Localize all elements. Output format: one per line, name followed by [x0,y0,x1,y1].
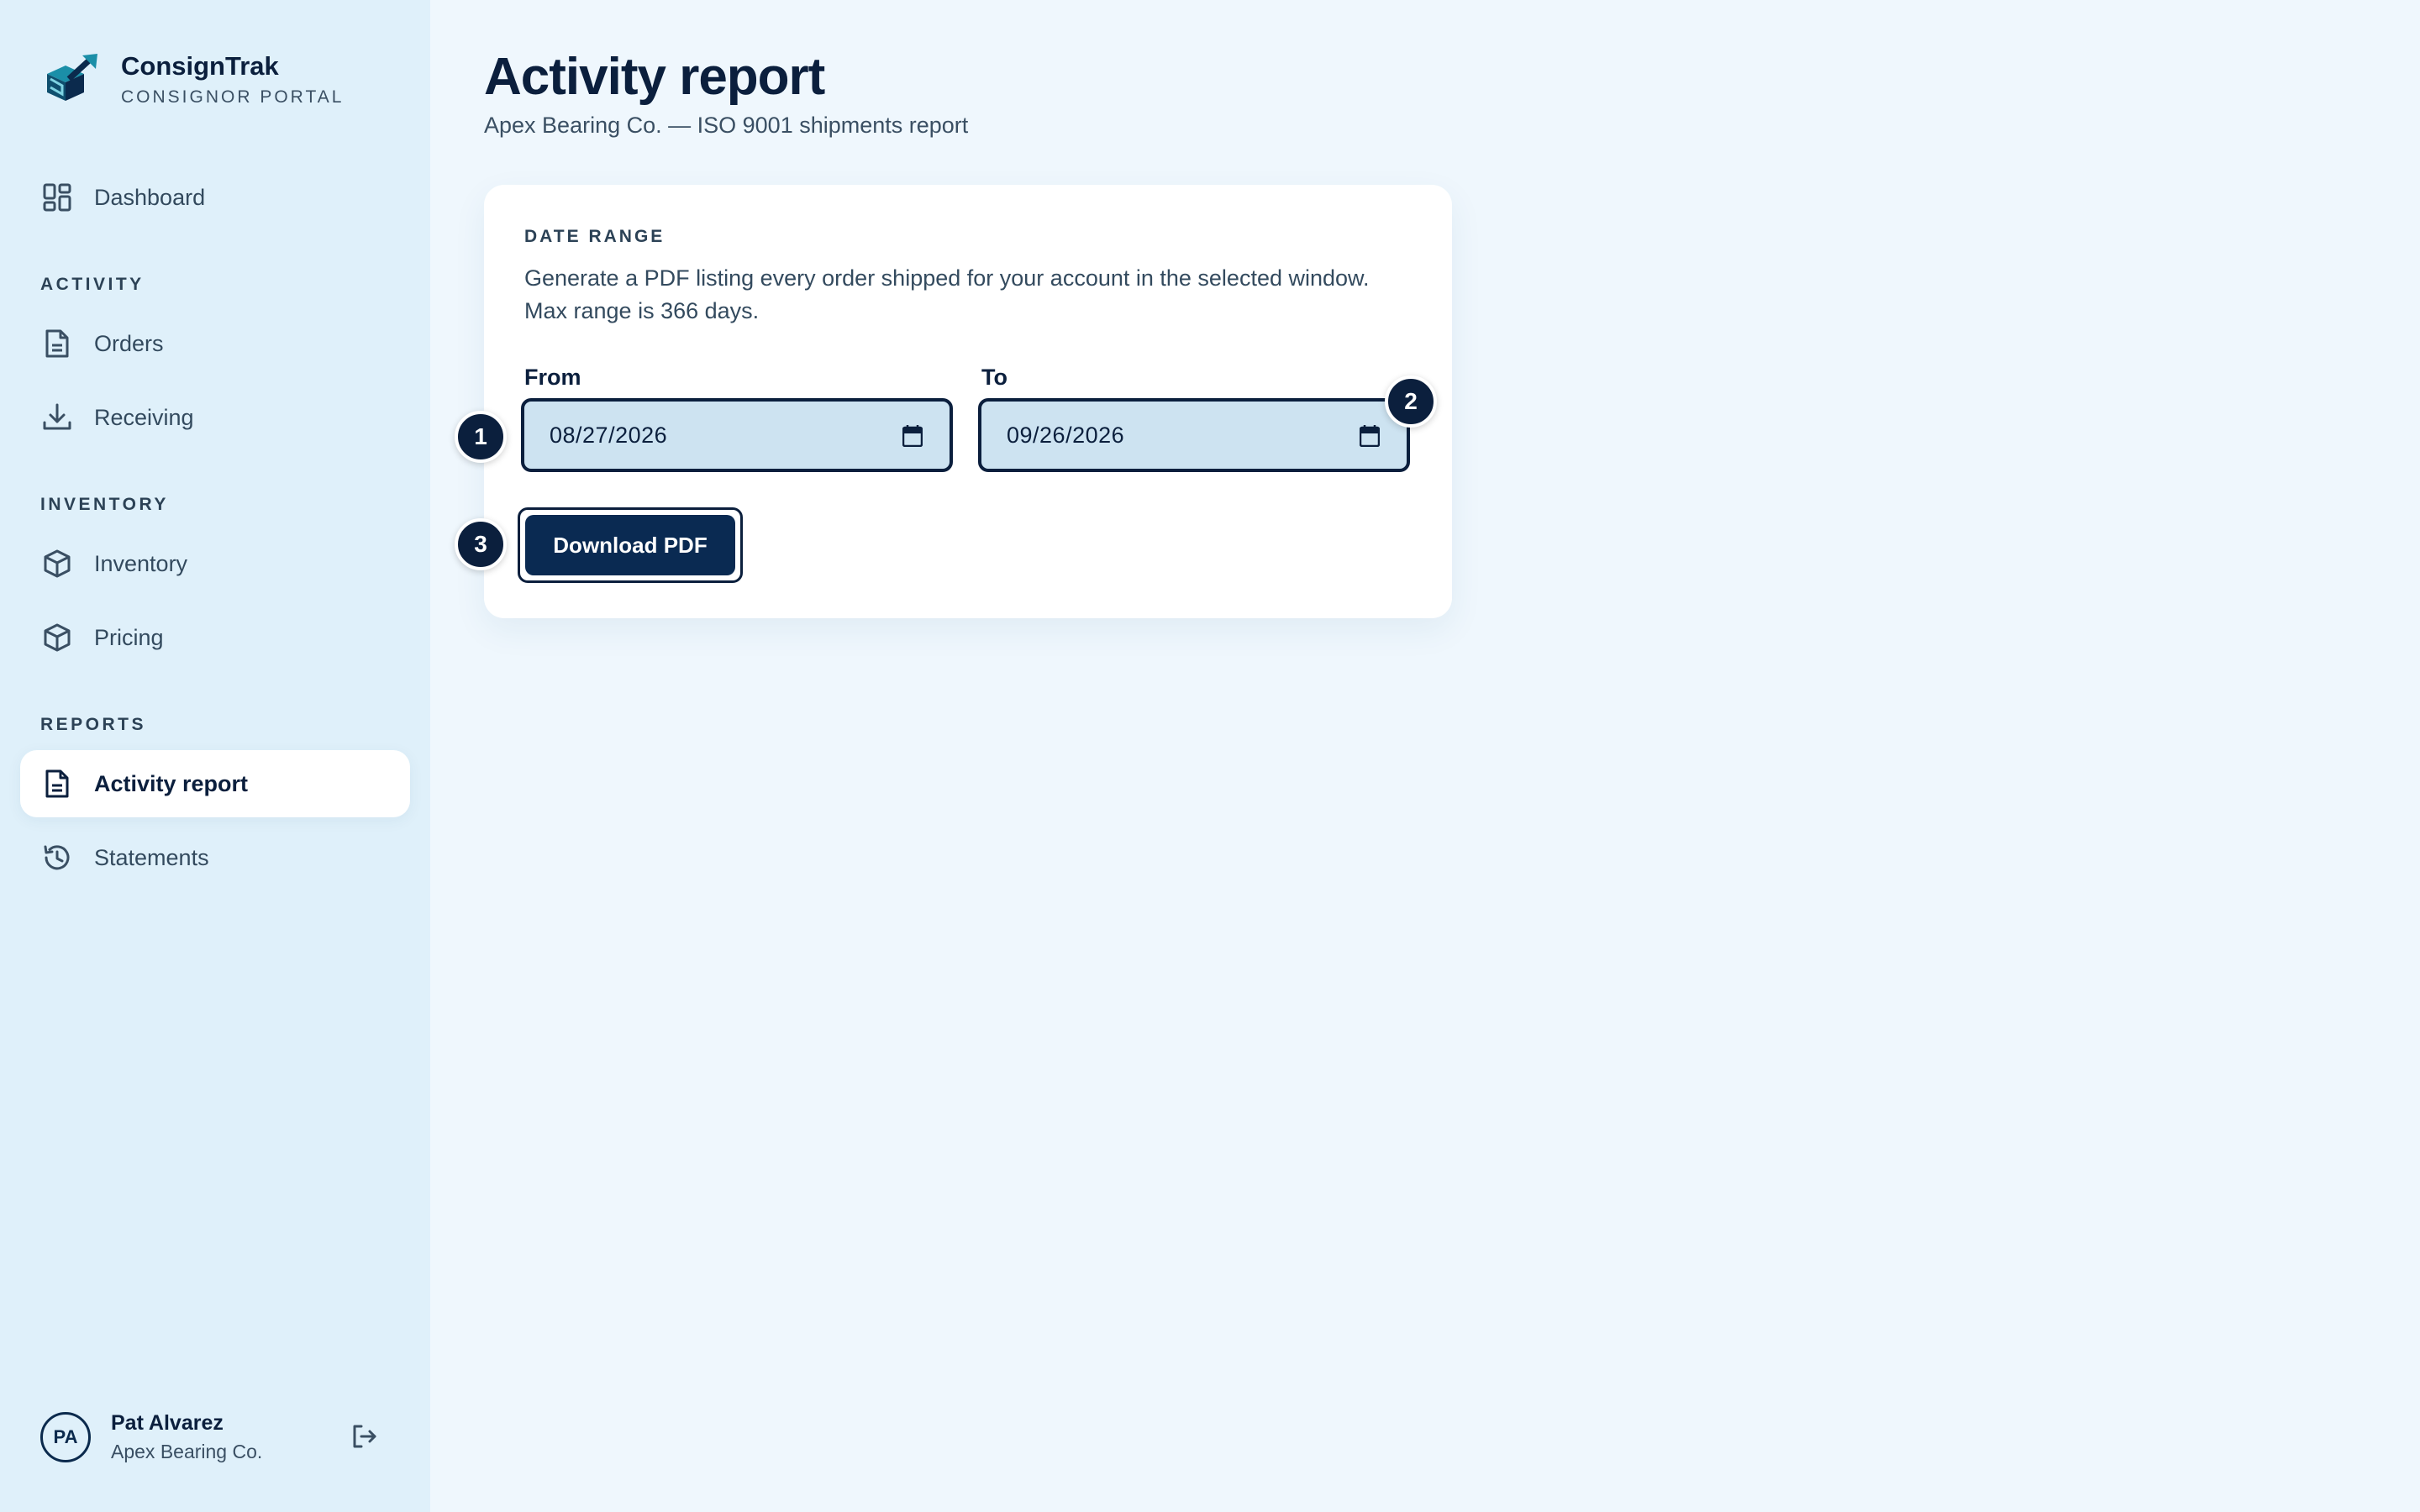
sidebar: ConsignTrak CONSIGNOR PORTAL Dashboard A… [0,0,430,1512]
download-button-focus-ring: Download PDF [518,507,743,583]
section-label-inventory: INVENTORY [40,495,169,514]
download-icon [40,401,74,434]
step-badge-3: 3 [455,518,507,570]
step-badge-1: 1 [455,411,507,463]
date-range-card: DATE RANGE Generate a PDF listing every … [484,185,1452,618]
card-description: Generate a PDF listing every order shipp… [524,265,1370,323]
section-label-activity: ACTIVITY [40,275,145,294]
sidebar-item-orders[interactable]: Orders [20,310,410,377]
box-icon [40,621,74,654]
step-badge-2: 2 [1385,375,1437,428]
sidebar-item-label: Statements [94,844,209,870]
box-icon [40,547,74,580]
sidebar-item-label: Dashboard [94,184,206,210]
from-label: From [524,365,581,390]
sidebar-item-pricing[interactable]: Pricing [20,604,410,671]
page-subtitle: Apex Bearing Co. — ISO 9001 shipments re… [484,113,969,138]
to-label: To [981,365,1007,390]
sidebar-item-receiving[interactable]: Receiving [20,384,410,451]
sidebar-item-inventory[interactable]: Inventory [20,530,410,597]
to-date-field[interactable]: 09/26/2026 [978,398,1410,472]
section-label-reports: REPORTS [40,715,147,734]
download-pdf-button[interactable]: Download PDF [525,515,735,575]
brand-name: ConsignTrak [121,51,279,81]
user-profile: PA Pat Alvarez Apex Bearing Co. [40,1408,393,1467]
logout-icon[interactable] [348,1420,381,1453]
card-label: DATE RANGE [524,227,666,246]
from-date-field[interactable]: 08/27/2026 [521,398,953,472]
sidebar-item-activity-report[interactable]: Activity report [20,750,410,817]
dashboard-grid-icon [40,181,74,214]
from-date-value: 08/27/2026 [550,422,668,448]
history-icon [40,841,74,874]
user-name: Pat Alvarez [111,1411,224,1435]
brand-subtitle: CONSIGNOR PORTAL [121,87,345,107]
sidebar-item-label: Pricing [94,624,164,650]
calendar-icon[interactable] [902,425,923,447]
document-icon [40,327,74,360]
to-date-value: 09/26/2026 [1007,422,1125,448]
brand: ConsignTrak CONSIGNOR PORTAL [40,49,344,109]
calendar-icon[interactable] [1360,425,1380,447]
consigntrak-logo-icon [47,54,97,101]
page-title: Activity report [484,48,825,106]
document-icon [40,767,74,801]
user-org: Apex Bearing Co. [111,1441,263,1462]
sidebar-item-label: Receiving [94,404,194,430]
avatar: PA [40,1412,91,1462]
sidebar-item-statements[interactable]: Statements [20,824,410,891]
sidebar-item-label: Activity report [94,770,249,796]
sidebar-item-dashboard[interactable]: Dashboard [20,164,410,231]
sidebar-item-label: Inventory [94,550,188,576]
app-window: ConsignTrak CONSIGNOR PORTAL Dashboard A… [0,0,2420,1512]
sidebar-item-label: Orders [94,330,164,356]
